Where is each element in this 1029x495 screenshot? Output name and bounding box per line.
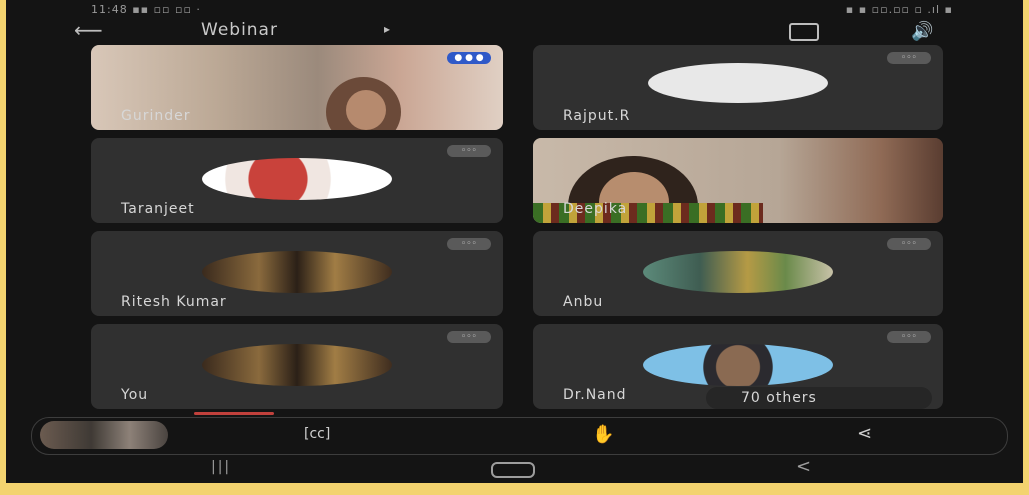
mic-muted-icon: ◦◦◦ [887,331,931,343]
participant-avatar [643,343,833,386]
participant-tile[interactable]: ● ● ● Gurinder [91,45,503,130]
participant-name: Ritesh Kumar [121,294,227,310]
participant-avatar [648,63,828,104]
status-right: ▪ ▪ ▫▫.▫▫ ▫ .ıl ▪ [845,3,953,16]
participant-avatar [643,250,833,293]
mic-muted-icon: ◦◦◦ [447,238,491,250]
phone-screen: 11:48 ▪▪ ▫▫ ▫▫ · ▪ ▪ ▫▫.▫▫ ▫ .ıl ▪ ⟵ Web… [6,0,1023,483]
share-icon[interactable]: ⋖ [857,423,872,444]
system-nav-bar: ||| < [6,455,1023,483]
mic-muted-icon: ◦◦◦ [447,145,491,157]
participant-avatar [202,343,392,386]
switch-camera-icon[interactable] [789,23,819,41]
status-left: 11:48 ▪▪ ▫▫ ▫▫ · [91,3,201,16]
recording-indicator [194,412,274,415]
mic-muted-icon: ◦◦◦ [887,238,931,250]
self-preview[interactable] [40,421,168,449]
top-bar: ⟵ Webinar ▸ 🔊 [6,18,1023,46]
participant-tile[interactable]: ◦◦◦ Taranjeet [91,138,503,223]
nav-back-icon[interactable]: < [796,456,811,477]
participant-avatar [202,157,392,200]
participant-tile[interactable]: ◦◦◦ You [91,324,503,409]
back-arrow-icon[interactable]: ⟵ [74,18,103,42]
raise-hand-icon[interactable]: ✋ [592,424,614,445]
participant-tile[interactable]: ◦◦◦ Rajput.R [533,45,943,130]
video-face [346,90,386,130]
participant-name: Deepika [563,201,628,217]
participant-name: Rajput.R [563,108,631,124]
participant-name: Gurinder [121,108,191,124]
status-bar: 11:48 ▪▪ ▫▫ ▫▫ · ▪ ▪ ▫▫.▫▫ ▫ .ıl ▪ [6,0,1023,20]
call-controls-bar: [cc] ✋ ⋖ [31,417,1008,455]
participant-tile[interactable]: ◦◦◦ Anbu [533,231,943,316]
participant-name: You [121,387,149,403]
participant-name: Taranjeet [121,201,195,217]
participant-tile[interactable]: Deepika [533,138,943,223]
participant-tile[interactable]: ◦◦◦ Ritesh Kumar [91,231,503,316]
home-icon[interactable] [491,462,535,478]
captions-icon[interactable]: [cc] [304,426,330,442]
mic-muted-icon: ◦◦◦ [887,52,931,64]
mic-muted-icon: ◦◦◦ [447,331,491,343]
audio-level-badge: ● ● ● [447,52,491,64]
others-count-pill[interactable]: 70 others [706,387,932,409]
title-chevron-icon[interactable]: ▸ [384,22,390,36]
participant-name: Anbu [563,294,604,310]
participant-name: Dr.Nand [563,387,627,403]
speaker-icon[interactable]: 🔊 [911,21,933,42]
recents-icon[interactable]: ||| [211,459,231,475]
meeting-title[interactable]: Webinar [201,20,278,40]
participant-avatar [202,250,392,293]
